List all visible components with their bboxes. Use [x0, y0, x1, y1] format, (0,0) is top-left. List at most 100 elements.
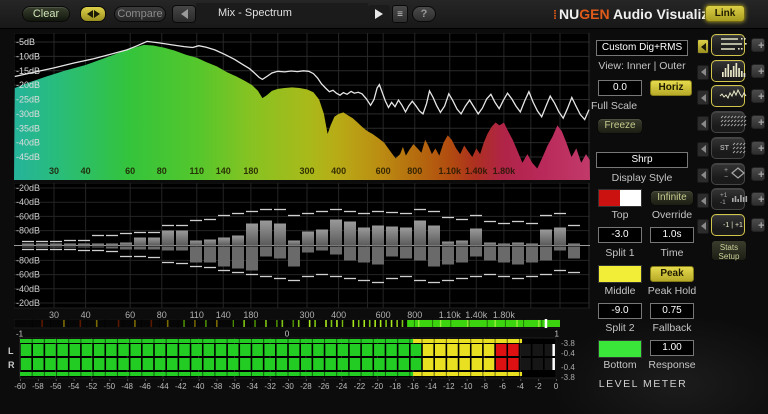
- meter-scale-label: -34: [246, 382, 258, 391]
- response-value[interactable]: 1.00: [650, 340, 694, 356]
- correlation-view-add-button[interactable]: +: [751, 217, 765, 232]
- spectrum-bars-view-add-button[interactable]: +: [751, 63, 765, 78]
- meter-lines-view-expand-arrow[interactable]: [697, 39, 709, 54]
- meter-lines-view[interactable]: [711, 34, 747, 56]
- meter-scale-label: -8: [481, 382, 489, 391]
- top-color-swatch[interactable]: [598, 189, 642, 207]
- time-value[interactable]: 1.0s: [650, 227, 694, 243]
- logo-dots-icon: ⁞: [553, 8, 557, 22]
- spectrum-line-view[interactable]: [711, 85, 747, 108]
- difference-graph: -20dB -40dB -60dB -80dB -80dB -60dB -40dB -20dB…: [13, 182, 591, 321]
- correlation-view[interactable]: -1 | +1: [711, 213, 745, 236]
- meter-lines-view-add-button[interactable]: +: [751, 38, 765, 52]
- meter-scale-label: -42: [175, 382, 187, 391]
- meter-scale-label: -50: [104, 382, 116, 391]
- display-style-box[interactable]: Shrp: [596, 152, 688, 168]
- split1-value[interactable]: -3.0: [598, 227, 642, 243]
- spectrum-x-label: 110: [189, 166, 204, 176]
- freeze-button[interactable]: Freeze: [597, 118, 643, 134]
- stereo-spectrogram-view-row: ST +: [697, 136, 767, 161]
- nugen-logo: ⁞ NUGEN Audio Visualizer: [553, 4, 722, 24]
- infinite-button[interactable]: Infinite: [650, 190, 694, 206]
- override-label: Override: [651, 209, 693, 221]
- spectrogram-view-expand-arrow[interactable]: [697, 116, 709, 132]
- spectrum-plot: -5dB -10dB -15dB -20dB -25dB -30dB -35dB -40dB -…: [13, 32, 591, 181]
- band-correlation-view-row: +1 -1 +: [697, 188, 767, 212]
- bottom-label: Bottom: [603, 359, 637, 371]
- meter-scale-label: -30: [282, 382, 294, 391]
- meter-scale-label: -26: [318, 382, 330, 391]
- stereo-spectrogram-view-expand-arrow[interactable]: [697, 141, 709, 157]
- logo-gen: GEN: [579, 6, 610, 22]
- horiz-button[interactable]: Horiz: [650, 80, 692, 96]
- middle-color-swatch[interactable]: [598, 265, 642, 283]
- band-correlation-view-expand-arrow[interactable]: [697, 193, 709, 209]
- spectrum-line-view-row: +: [697, 85, 767, 109]
- stgram-icon: ST: [720, 142, 746, 154]
- spectrum-x-label: 140: [216, 166, 231, 176]
- meter-scale-label: -14: [425, 382, 437, 391]
- vectorscope-view-add-button[interactable]: +: [751, 166, 765, 181]
- meter-scale-label: -24: [336, 382, 348, 391]
- bandcorr-icon: +1-1: [720, 192, 748, 206]
- spectrum-x-label: 1.10k: [438, 166, 462, 176]
- bottom-color-swatch[interactable]: [598, 340, 642, 358]
- meter-scale-label: -46: [139, 382, 151, 391]
- stats-setup-button[interactable]: Stats Setup: [711, 240, 747, 261]
- vectorscope-view[interactable]: + −: [711, 162, 745, 185]
- link-button[interactable]: Link: [705, 5, 745, 22]
- spectrum-y-label: -15dB: [16, 66, 40, 76]
- meter-lines-view-row: +: [697, 34, 767, 58]
- meter-scale-label: -58: [32, 382, 44, 391]
- analysis-mode-box[interactable]: Custom Dig+RMS: [596, 40, 688, 56]
- clear-button[interactable]: Clear: [22, 6, 70, 22]
- stereo-spectrogram-view[interactable]: ST: [711, 136, 746, 159]
- svg-text:ST: ST: [720, 145, 730, 152]
- channel-label: R: [8, 360, 15, 370]
- spectrum-bars-view-expand-arrow[interactable]: [697, 64, 709, 80]
- spectrogram-view-add-button[interactable]: +: [751, 115, 765, 130]
- split2-label: Split 2: [605, 322, 635, 334]
- spectrum-x-label: 600: [376, 166, 391, 176]
- view-buttons-column: + + + + ST + + − + +1 -1 + -1 | +1 + Stats Setup: [697, 34, 767, 334]
- spectrum-bars-view[interactable]: [711, 59, 746, 82]
- spectrum-line-view-expand-arrow[interactable]: [697, 90, 709, 106]
- correlation-view-expand-arrow[interactable]: [697, 218, 709, 234]
- preset-next-button[interactable]: [368, 5, 390, 23]
- band-correlation-view-add-button[interactable]: +: [751, 192, 765, 207]
- diff-y-label: -80dB: [16, 226, 40, 236]
- preset-prev-button[interactable]: [172, 5, 196, 23]
- spectrum-y-label: -30dB: [16, 109, 40, 119]
- split2-value[interactable]: -9.0: [598, 303, 642, 319]
- meter-scale-label: -60: [14, 382, 26, 391]
- spectrum-y-label: -40dB: [16, 138, 40, 148]
- preset-list-button[interactable]: ≡: [392, 5, 408, 23]
- spectrum-y-label: -45dB: [16, 152, 40, 162]
- meter-scale-label: -56: [50, 382, 62, 391]
- diff-y-label: -20dB: [16, 183, 40, 193]
- peak-button[interactable]: Peak: [650, 266, 694, 282]
- list-icon: ≡: [397, 9, 403, 20]
- swap-compare-button[interactable]: [80, 6, 106, 22]
- spectrum-line-view-add-button[interactable]: +: [751, 89, 765, 104]
- help-button[interactable]: ?: [412, 6, 436, 22]
- fallback-value[interactable]: 0.75: [650, 303, 694, 319]
- spectrogram-view[interactable]: [711, 111, 747, 134]
- compare-button[interactable]: Compare: [114, 6, 166, 22]
- full-scale-value[interactable]: 0.0: [598, 80, 642, 96]
- meter-scale-label: -6: [499, 382, 507, 391]
- logo-nu: NU: [559, 6, 580, 22]
- band-correlation-view[interactable]: +1 -1: [711, 188, 748, 211]
- spectrum-x-label: 60: [125, 166, 135, 176]
- preset-display[interactable]: Mix - Spectrum: [196, 3, 368, 24]
- meter-scale-label: -52: [86, 382, 98, 391]
- stereo-spectrogram-view-add-button[interactable]: +: [751, 140, 765, 155]
- meter-scale-label: -48: [121, 382, 133, 391]
- svg-text:+: +: [724, 167, 728, 174]
- meter-scale-label: -10: [461, 382, 473, 391]
- split1-label: Split 1: [605, 247, 635, 259]
- spectrum-bars-view-row: +: [697, 59, 767, 84]
- meter-scale-label: -38: [211, 382, 223, 391]
- stats-line2: Setup: [718, 252, 740, 261]
- vectorscope-view-expand-arrow[interactable]: [697, 167, 709, 183]
